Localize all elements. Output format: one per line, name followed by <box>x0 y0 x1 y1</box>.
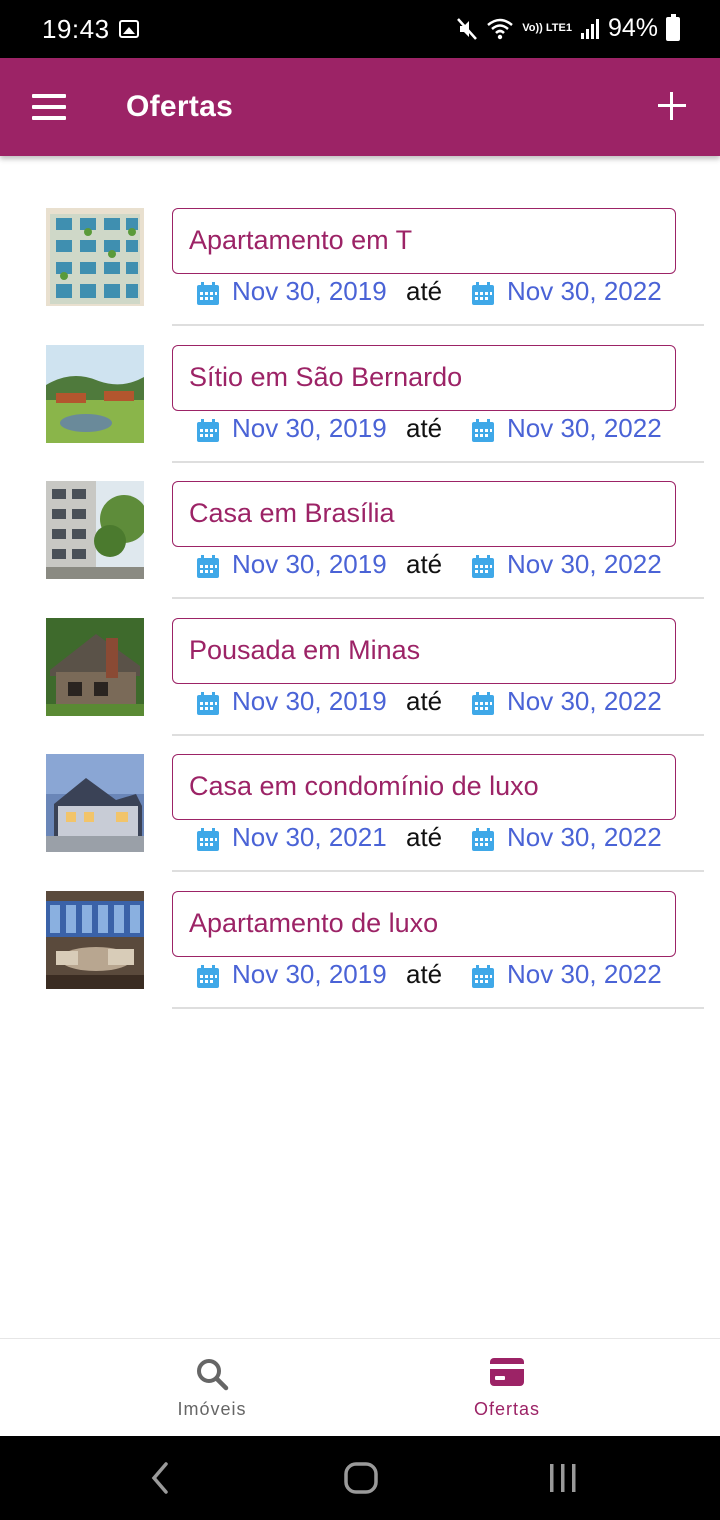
app-bar: Ofertas <box>0 58 720 156</box>
mute-icon <box>457 17 478 40</box>
offer-title: Pousada em Minas <box>189 635 421 665</box>
network-label: Vo)) LTE1 <box>522 22 572 34</box>
date-separator: até <box>406 959 443 989</box>
offer-title-box[interactable]: Pousada em Minas <box>172 618 676 684</box>
nav-tab-ofertas[interactable]: Ofertas <box>327 1339 687 1437</box>
offer-item[interactable]: Pousada em Minas Nov 30, 2019 até Nov 30… <box>0 566 720 736</box>
offer-title: Sítio em São Bernardo <box>189 362 463 392</box>
system-navigation-bar <box>0 1436 720 1520</box>
start-date: Nov 30, 2019 <box>232 959 387 989</box>
search-icon <box>195 1357 229 1396</box>
battery-icon <box>666 13 680 41</box>
end-date: Nov 30, 2022 <box>507 959 662 989</box>
offer-thumbnail <box>46 891 144 989</box>
calendar-icon <box>471 965 495 989</box>
offer-title-box[interactable]: Sítio em São Bernardo <box>172 345 676 411</box>
battery-percent: 94% <box>607 14 658 42</box>
offer-item[interactable]: Casa em condomínio de luxo Nov 30, 2021 … <box>0 702 720 872</box>
signal-icon <box>580 18 599 39</box>
offer-title-box[interactable]: Casa em condomínio de luxo <box>172 754 676 820</box>
offer-title: Apartamento em T <box>189 225 413 255</box>
offer-thumbnail <box>46 754 144 852</box>
offer-item[interactable]: Apartamento de luxo Nov 30, 2019 até Nov… <box>0 839 720 1009</box>
offer-date-range: Nov 30, 2019 até Nov 30, 2022 <box>196 957 676 993</box>
bottom-navigation: Imóveis Ofertas <box>0 1338 720 1436</box>
offer-item[interactable]: Sítio em São Bernardo Nov 30, 2019 até N… <box>0 293 720 463</box>
offer-title: Casa em Brasília <box>189 498 395 528</box>
offer-title-box[interactable]: Casa em Brasília <box>172 481 676 547</box>
wifi-icon <box>487 18 514 39</box>
hamburger-menu-icon[interactable] <box>32 94 66 120</box>
card-icon <box>489 1357 525 1392</box>
add-offer-button[interactable] <box>658 92 686 120</box>
offer-thumbnail <box>46 208 144 306</box>
status-time: 19:43 <box>42 14 110 44</box>
offer-title-box[interactable]: Apartamento de luxo <box>172 891 676 957</box>
offer-thumbnail <box>46 481 144 579</box>
nav-label: Ofertas <box>473 1399 541 1419</box>
status-bar: 19:43 Vo)) LTE1 94% <box>0 0 720 58</box>
back-icon[interactable] <box>148 1458 172 1503</box>
status-indicators: Vo)) LTE1 94% <box>456 13 680 43</box>
page-title: Ofertas <box>126 90 234 123</box>
offer-item[interactable]: Apartamento em T Nov 30, 2019 até Nov 30… <box>0 156 720 326</box>
offer-title: Casa em condomínio de luxo <box>189 771 539 801</box>
offer-item[interactable]: Casa em Brasília Nov 30, 2019 até Nov 30… <box>0 429 720 599</box>
divider <box>172 1007 704 1009</box>
offer-title: Apartamento de luxo <box>189 908 439 938</box>
calendar-icon <box>196 965 220 989</box>
gallery-notification-icon <box>119 20 139 38</box>
offer-title-box[interactable]: Apartamento em T <box>172 208 676 274</box>
recent-apps-icon[interactable] <box>547 1458 579 1503</box>
home-icon[interactable] <box>343 1458 379 1503</box>
